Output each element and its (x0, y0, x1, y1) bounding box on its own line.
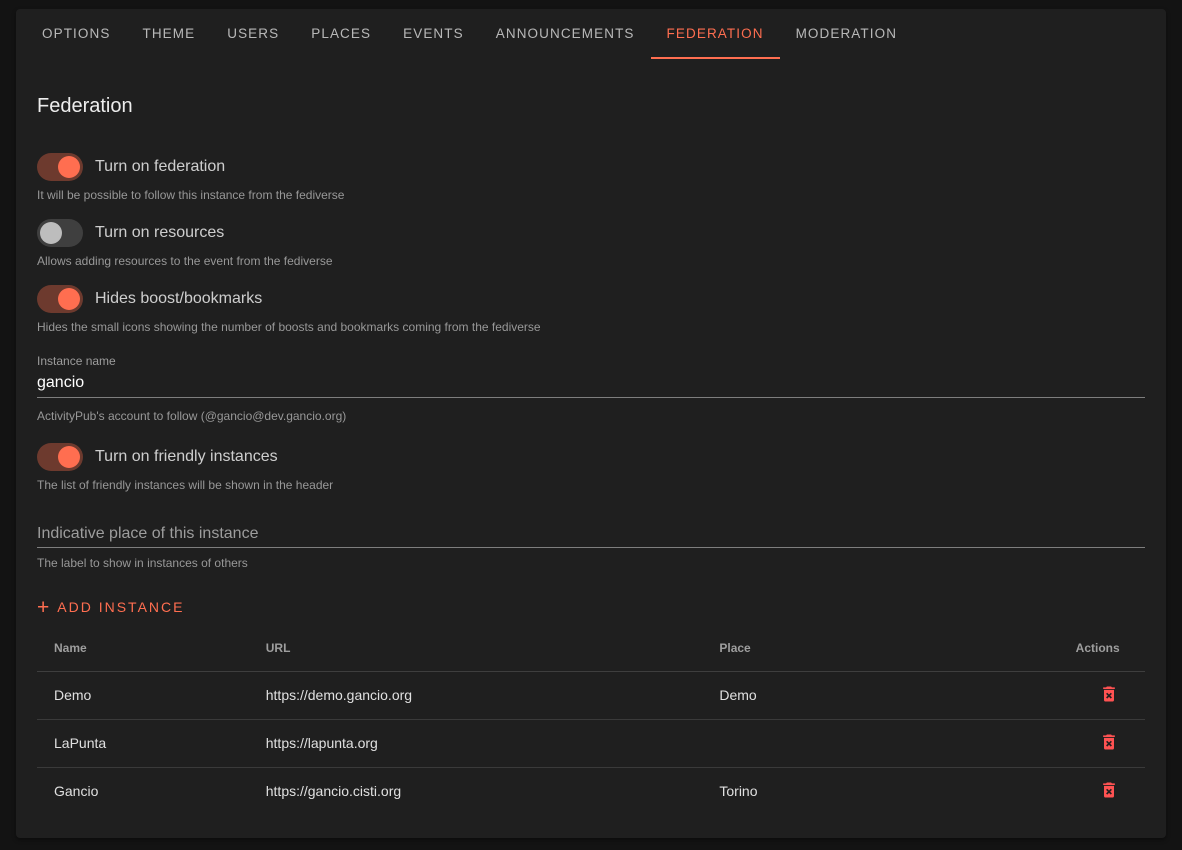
toggle-knob (58, 156, 80, 178)
table-row: Demo https://demo.gancio.org Demo (37, 671, 1145, 719)
table-row: Gancio https://gancio.cisti.org Torino (37, 767, 1145, 815)
plus-icon: + (37, 597, 49, 618)
friendly-toggle-row: Turn on friendly instances (37, 443, 1145, 471)
table-header-row: Name URL Place Actions (37, 625, 1145, 671)
tab-announcements[interactable]: ANNOUNCEMENTS (480, 9, 651, 59)
resources-toggle[interactable] (37, 219, 83, 247)
page-title: Federation (37, 92, 1145, 120)
table-row: LaPunta https://lapunta.org (37, 719, 1145, 767)
friendly-toggle-label: Turn on friendly instances (95, 448, 278, 466)
hide-boosts-toggle-row: Hides boost/bookmarks (37, 285, 1145, 313)
federation-toggle[interactable] (37, 153, 83, 181)
federation-settings-panel: Federation Turn on federation It will be… (16, 92, 1166, 815)
toggle-knob (58, 288, 80, 310)
hide-boosts-toggle-hint: Hides the small icons showing the number… (37, 320, 1145, 334)
cell-name: LaPunta (37, 719, 249, 767)
instance-place-hint: The label to show in instances of others (37, 556, 1145, 570)
instance-place-field: The label to show in instances of others (37, 524, 1145, 570)
column-header-place: Place (702, 625, 1058, 671)
cell-url: https://lapunta.org (249, 719, 703, 767)
delete-instance-button[interactable] (1099, 780, 1119, 800)
tab-options[interactable]: OPTIONS (26, 9, 126, 59)
federation-toggle-label: Turn on federation (95, 158, 225, 176)
column-header-name: Name (37, 625, 249, 671)
add-instance-button[interactable]: + ADD INSTANCE (37, 593, 192, 621)
instance-name-input[interactable] (37, 373, 1145, 398)
delete-instance-button[interactable] (1099, 684, 1119, 704)
instance-place-input[interactable] (37, 524, 1145, 548)
trash-delete-icon (1099, 684, 1119, 704)
federation-toggle-hint: It will be possible to follow this insta… (37, 188, 1145, 202)
tab-users[interactable]: USERS (211, 9, 295, 59)
toggle-knob (40, 222, 62, 244)
tab-places[interactable]: PLACES (295, 9, 387, 59)
friendly-toggle-hint: The list of friendly instances will be s… (37, 478, 1145, 492)
cell-place: Demo (702, 671, 1058, 719)
friendly-instances-section: Turn on friendly instances The list of f… (37, 443, 1145, 492)
trash-delete-icon (1099, 732, 1119, 752)
resources-toggle-label: Turn on resources (95, 224, 224, 242)
admin-tabbar: OPTIONS THEME USERS PLACES EVENTS ANNOUN… (16, 9, 1166, 59)
instance-name-field: Instance name ActivityPub's account to f… (37, 352, 1145, 423)
cell-place: Torino (702, 767, 1058, 815)
federation-toggle-row: Turn on federation (37, 153, 1145, 181)
trash-delete-icon (1099, 780, 1119, 800)
cell-name: Gancio (37, 767, 249, 815)
instance-name-hint: ActivityPub's account to follow (@gancio… (37, 409, 1145, 423)
cell-url: https://gancio.cisti.org (249, 767, 703, 815)
instance-name-label: Instance name (37, 354, 116, 368)
tab-federation[interactable]: FEDERATION (651, 9, 780, 59)
column-header-url: URL (249, 625, 703, 671)
cell-url: https://demo.gancio.org (249, 671, 703, 719)
delete-instance-button[interactable] (1099, 732, 1119, 752)
resources-toggle-hint: Allows adding resources to the event fro… (37, 254, 1145, 268)
friendly-instances-toggle[interactable] (37, 443, 83, 471)
cell-place (702, 719, 1058, 767)
resources-toggle-row: Turn on resources (37, 219, 1145, 247)
hide-boosts-toggle-label: Hides boost/bookmarks (95, 290, 262, 308)
column-header-actions: Actions (1059, 625, 1145, 671)
instances-table: Name URL Place Actions Demo https://demo… (37, 625, 1145, 815)
add-instance-button-label: ADD INSTANCE (57, 599, 184, 615)
tab-moderation[interactable]: MODERATION (780, 9, 914, 59)
tab-theme[interactable]: THEME (126, 9, 211, 59)
tab-events[interactable]: EVENTS (387, 9, 480, 59)
cell-name: Demo (37, 671, 249, 719)
admin-panel-card: OPTIONS THEME USERS PLACES EVENTS ANNOUN… (16, 9, 1166, 838)
toggle-knob (58, 446, 80, 468)
hide-boosts-toggle[interactable] (37, 285, 83, 313)
